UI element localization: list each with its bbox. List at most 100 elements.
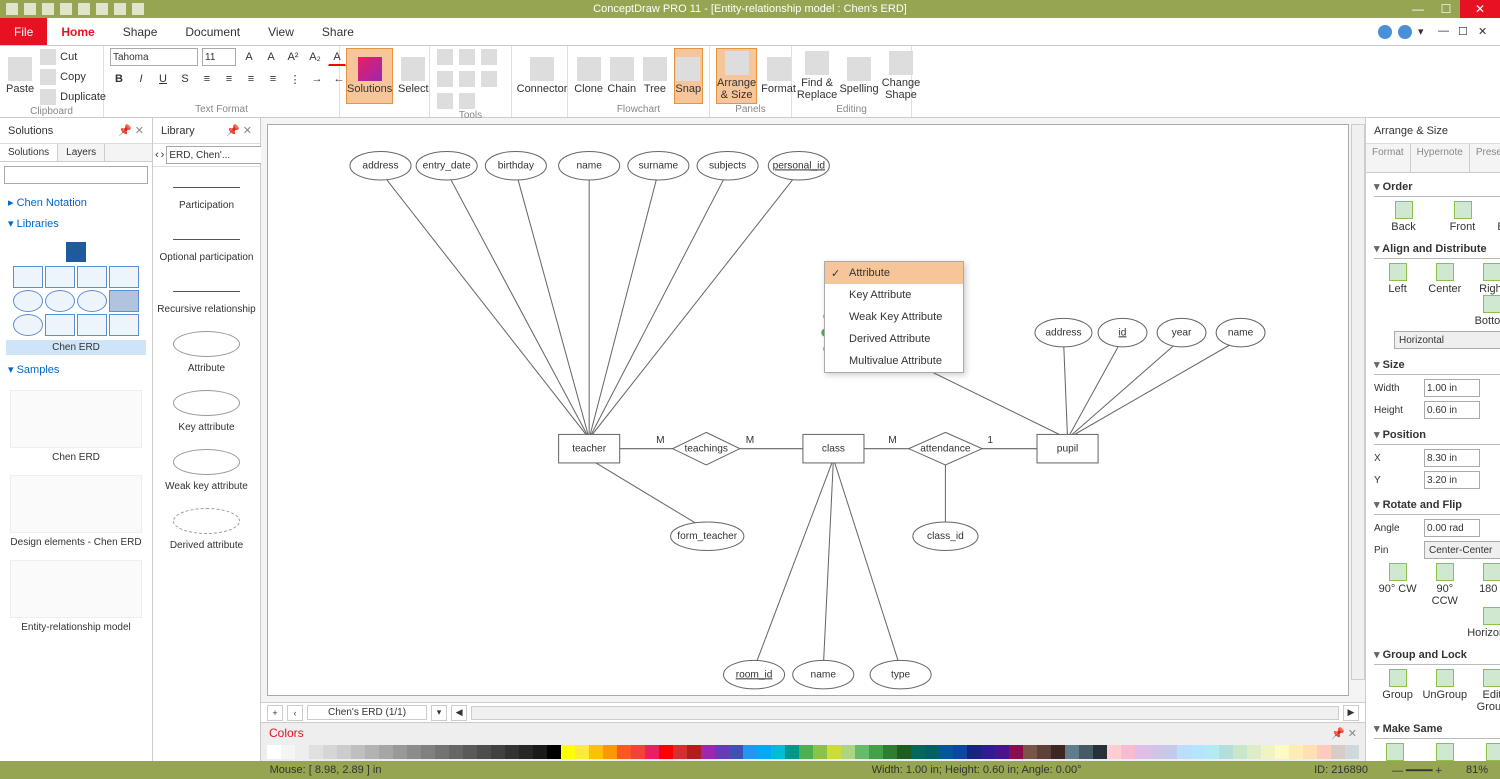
add-page-button[interactable]: + <box>267 705 283 721</box>
page-tab[interactable]: Chen's ERD (1/1) <box>307 705 427 720</box>
color-swatch[interactable] <box>1219 745 1233 759</box>
color-swatch[interactable] <box>1345 745 1359 759</box>
help-question-icon[interactable] <box>1398 25 1412 39</box>
lib-item[interactable]: Weak key attribute <box>153 441 260 500</box>
thumb[interactable] <box>13 314 43 336</box>
rot-180-button[interactable]: 180 ° <box>1471 563 1500 607</box>
align-center-button[interactable]: Center <box>1424 263 1466 295</box>
rot-cw-button[interactable]: 90° CW <box>1377 563 1419 607</box>
sup-button[interactable]: A² <box>284 48 302 66</box>
lib-item[interactable]: Derived attribute <box>153 500 260 559</box>
tool-button[interactable] <box>480 48 498 66</box>
ungroup-button[interactable]: UnGroup <box>1424 669 1466 713</box>
tool-button[interactable] <box>436 92 454 110</box>
scrollbar-vertical[interactable] <box>1351 124 1365 680</box>
scroll-left-button[interactable]: ◀ <box>451 705 467 721</box>
color-swatch[interactable] <box>897 745 911 759</box>
color-swatch[interactable] <box>701 745 715 759</box>
ctx-item-derived[interactable]: Derived Attribute <box>825 328 963 350</box>
color-swatch[interactable] <box>687 745 701 759</box>
inc-size-button[interactable]: A <box>240 48 258 66</box>
file-menu[interactable]: File <box>0 18 47 45</box>
thumb[interactable] <box>45 266 75 288</box>
thumb[interactable] <box>13 266 43 288</box>
pin-icon[interactable]: 📌 ✕ <box>226 124 252 137</box>
color-swatch[interactable] <box>561 745 575 759</box>
same-size-button[interactable]: Size <box>1374 743 1416 761</box>
pin-icon[interactable]: 📌 ✕ <box>1331 727 1357 740</box>
lib-item[interactable]: Key attribute <box>153 382 260 441</box>
tool-button[interactable] <box>436 48 454 66</box>
canvas[interactable]: address entry_date birthday name surname… <box>267 124 1349 696</box>
find-button[interactable]: Find & Replace <box>798 48 836 104</box>
align-right-button[interactable]: ≡ <box>242 70 260 88</box>
color-swatch[interactable] <box>1135 745 1149 759</box>
color-swatch[interactable] <box>505 745 519 759</box>
align-right-button[interactable]: Right <box>1471 263 1500 295</box>
lib-item[interactable]: Participation <box>153 167 260 219</box>
chain-button[interactable]: Chain <box>607 48 636 104</box>
mdi-max-icon[interactable]: ☐ <box>1458 25 1472 39</box>
back-button[interactable]: Back <box>1383 201 1425 233</box>
color-swatch[interactable] <box>715 745 729 759</box>
color-swatch[interactable] <box>393 745 407 759</box>
color-swatch[interactable] <box>659 745 673 759</box>
tool-button[interactable] <box>458 48 476 66</box>
color-swatch[interactable] <box>463 745 477 759</box>
color-swatch[interactable] <box>1121 745 1135 759</box>
duplicate-button[interactable]: Duplicate <box>38 88 108 106</box>
tab-layers[interactable]: Layers <box>58 144 105 161</box>
color-swatch[interactable] <box>1233 745 1247 759</box>
tab-solutions[interactable]: Solutions <box>0 144 58 161</box>
color-swatch[interactable] <box>477 745 491 759</box>
tree-libraries[interactable]: Libraries <box>8 213 144 234</box>
clone-button[interactable]: Clone <box>574 48 603 104</box>
color-swatch[interactable] <box>981 745 995 759</box>
color-swatch[interactable] <box>729 745 743 759</box>
editgroup-button[interactable]: Edit Group <box>1471 669 1500 713</box>
sample-item[interactable]: Chen ERD <box>0 384 152 469</box>
color-swatch[interactable] <box>547 745 561 759</box>
color-swatch[interactable] <box>1051 745 1065 759</box>
sec-same[interactable]: Make Same <box>1374 719 1500 739</box>
color-swatch[interactable] <box>407 745 421 759</box>
color-swatch[interactable] <box>617 745 631 759</box>
tab-shape[interactable]: Shape <box>109 18 172 45</box>
color-swatch[interactable] <box>967 745 981 759</box>
color-swatch[interactable] <box>771 745 785 759</box>
cut-button[interactable]: Cut <box>38 48 108 66</box>
rtab-hypernote[interactable]: Hypernote <box>1411 144 1470 172</box>
same-width-button[interactable]: Width <box>1424 743 1466 761</box>
strike-button[interactable]: S <box>176 70 194 88</box>
color-swatch[interactable] <box>925 745 939 759</box>
color-swatch[interactable] <box>1023 745 1037 759</box>
pin-icon[interactable]: 📌 ✕ <box>118 124 144 137</box>
scrollbar-horizontal[interactable] <box>471 706 1339 720</box>
front-button[interactable]: Front <box>1442 201 1484 233</box>
color-swatch[interactable] <box>1261 745 1275 759</box>
color-swatch[interactable] <box>1009 745 1023 759</box>
ctx-item-key[interactable]: Key Attribute <box>825 284 963 306</box>
sec-position[interactable]: Position <box>1374 425 1500 445</box>
tab-view[interactable]: View <box>254 18 308 45</box>
align-center-button[interactable]: ≡ <box>220 70 238 88</box>
thumb[interactable] <box>45 290 75 312</box>
y-input[interactable] <box>1424 471 1480 489</box>
maximize-button[interactable]: ☐ <box>1432 0 1460 18</box>
color-swatch[interactable] <box>491 745 505 759</box>
color-swatch[interactable] <box>1107 745 1121 759</box>
color-swatch[interactable] <box>1303 745 1317 759</box>
ctx-item-weak[interactable]: Weak Key Attribute <box>825 306 963 328</box>
same-height-button[interactable]: Height <box>1474 743 1500 761</box>
color-swatch[interactable] <box>1149 745 1163 759</box>
color-swatch[interactable] <box>365 745 379 759</box>
tree-samples[interactable]: Samples <box>8 359 144 380</box>
align-left-button[interactable]: ≡ <box>198 70 216 88</box>
italic-button[interactable]: I <box>132 70 150 88</box>
mdi-close-icon[interactable]: ✕ <box>1478 25 1492 39</box>
color-swatch[interactable] <box>1317 745 1331 759</box>
color-swatch[interactable] <box>351 745 365 759</box>
rot-ccw-button[interactable]: 90° CCW <box>1424 563 1466 607</box>
mdi-min-icon[interactable]: — <box>1438 25 1452 39</box>
spelling-button[interactable]: Spelling <box>840 48 878 104</box>
